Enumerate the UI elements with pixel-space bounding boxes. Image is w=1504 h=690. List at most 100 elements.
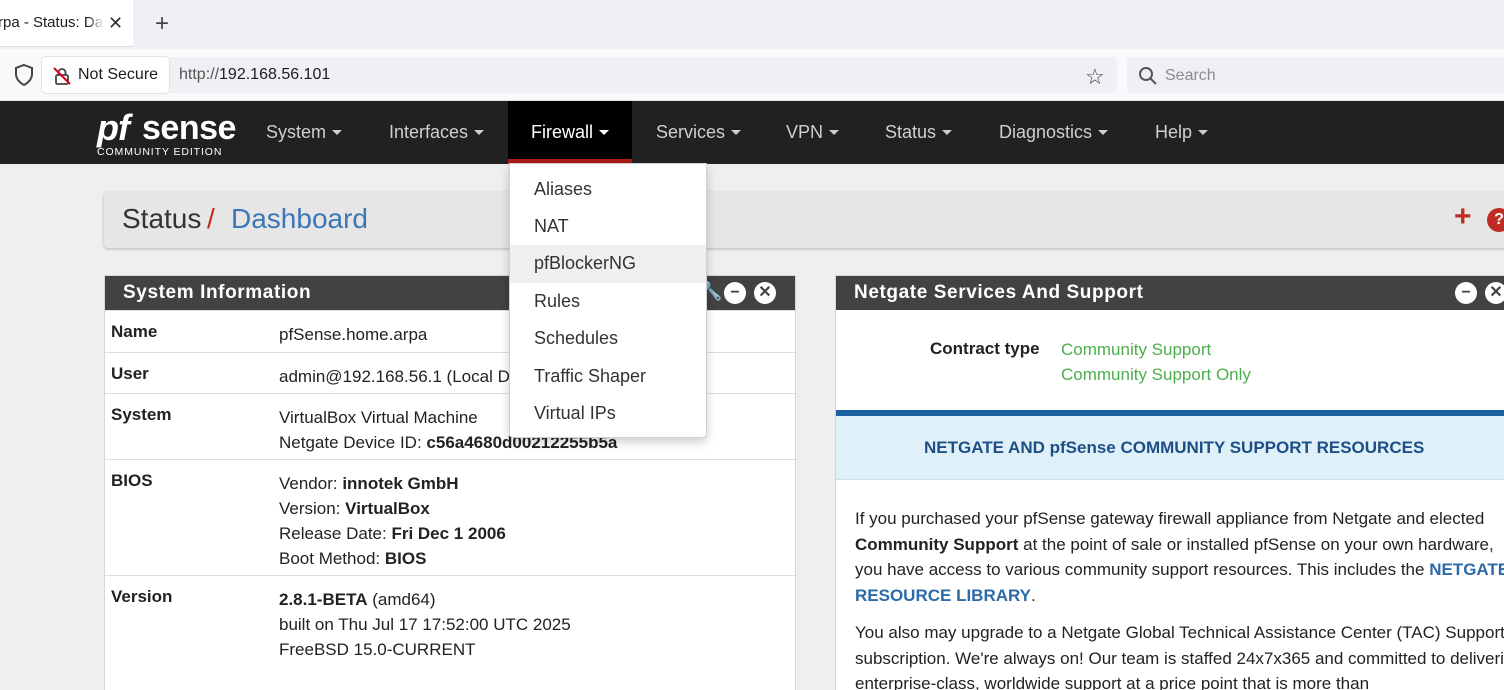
breadcrumb-section: Status	[122, 203, 202, 234]
insecure-lock-icon	[52, 66, 72, 91]
tab-title: rpa - Status: Dashboard	[0, 14, 104, 31]
address-bar[interactable]: Not Secure http://192.168.56.101 ☆	[42, 57, 1117, 93]
nav-firewall-label: Firewall	[531, 122, 594, 142]
minimize-icon[interactable]: −	[1455, 282, 1477, 304]
caret-down-icon	[942, 129, 953, 135]
url-scheme: http://	[179, 66, 220, 83]
nav-help-label: Help	[1155, 122, 1193, 142]
new-tab-button[interactable]: +	[150, 10, 174, 38]
panel-title: Netgate Services And Support	[836, 276, 1504, 310]
menu-item-traffic-shaper[interactable]: Traffic Shaper	[510, 358, 706, 396]
menu-item-pfblockerng[interactable]: pfBlockerNG	[510, 245, 706, 283]
breadcrumb-page[interactable]: Dashboard	[231, 203, 368, 235]
shield-icon[interactable]	[13, 63, 35, 92]
bios-release-value: Fri Dec 1 2006	[391, 524, 506, 543]
close-icon[interactable]: ✕	[1485, 282, 1504, 304]
not-secure-badge[interactable]: Not Secure	[42, 57, 169, 93]
bios-version-value: VirtualBox	[345, 499, 430, 518]
bios-boot: Boot Method: BIOS	[279, 546, 506, 571]
nav-help[interactable]: Help	[1155, 101, 1209, 164]
bios-vendor-label: Vendor:	[279, 474, 343, 493]
nav-diagnostics[interactable]: Diagnostics	[999, 101, 1109, 164]
breadcrumb-separator: /	[207, 203, 215, 234]
nav-vpn-label: VPN	[786, 122, 824, 142]
nav-diagnostics-label: Diagnostics	[999, 122, 1093, 142]
version-built: built on Thu Jul 17 17:52:00 UTC 2025	[279, 615, 571, 634]
menu-item-virtual-ips[interactable]: Virtual IPs	[510, 395, 706, 433]
bios-version: Version: VirtualBox	[279, 496, 506, 521]
caret-down-icon	[731, 129, 742, 135]
bookmark-star-icon[interactable]: ☆	[1085, 64, 1105, 90]
pfsense-navbar: pf sense COMMUNITY EDITION System Interf…	[0, 101, 1504, 164]
netgate-services-panel: Netgate Services And Support − ✕ Contrac…	[835, 275, 1504, 690]
p1-text-a: If you purchased your pfSense gateway fi…	[855, 509, 1485, 528]
table-row: BIOS Vendor: innotek GmbH Version: Virtu…	[105, 459, 795, 575]
menu-item-schedules[interactable]: Schedules	[510, 320, 706, 358]
nav-status[interactable]: Status	[885, 101, 953, 164]
nav-services[interactable]: Services	[656, 101, 742, 164]
search-icon	[1138, 66, 1158, 91]
bios-release-label: Release Date:	[279, 524, 392, 543]
contract-type-label: Contract type	[930, 339, 1040, 358]
caret-down-icon	[599, 129, 610, 135]
menu-item-aliases[interactable]: Aliases	[510, 171, 706, 209]
caret-down-icon	[1198, 129, 1209, 135]
menu-item-nat[interactable]: NAT	[510, 208, 706, 246]
nav-status-label: Status	[885, 122, 937, 142]
contract-type-value: Community Support Community Support Only	[1061, 337, 1251, 387]
p1-text-d: .	[1031, 585, 1036, 605]
search-placeholder: Search	[1165, 67, 1216, 84]
caret-down-icon	[332, 129, 343, 135]
nav-interfaces[interactable]: Interfaces	[389, 101, 485, 164]
breadcrumb: Status / Dashboard + ?	[104, 192, 1504, 248]
bios-vendor: Vendor: innotek GmbH	[279, 471, 506, 496]
device-id-label: Netgate Device ID:	[279, 433, 427, 452]
nav-firewall[interactable]: Firewall	[508, 101, 632, 164]
pfsense-logo[interactable]: pf sense COMMUNITY EDITION	[97, 109, 237, 161]
row-key: BIOS	[111, 471, 153, 490]
row-key: User	[111, 364, 149, 383]
logo-edition: COMMUNITY EDITION	[97, 146, 223, 158]
logo-pf: pf	[97, 107, 130, 148]
row-value: 2.8.1-BETA (amd64) built on Thu Jul 17 1…	[279, 587, 571, 662]
tab-close-icon[interactable]: ✕	[108, 13, 123, 33]
contract-line-1: Community Support	[1061, 340, 1212, 359]
search-box[interactable]: Search	[1127, 57, 1504, 93]
add-widget-icon[interactable]: +	[1454, 200, 1472, 234]
bios-version-label: Version:	[279, 499, 346, 518]
minimize-icon[interactable]: −	[724, 282, 746, 304]
table-row: Version 2.8.1-BETA (amd64) built on Thu …	[105, 575, 795, 690]
url-text[interactable]: http://192.168.56.101	[179, 66, 330, 84]
nav-system[interactable]: System	[266, 101, 343, 164]
contract-line-2: Community Support Only	[1061, 365, 1251, 384]
browser-toolbar: Not Secure http://192.168.56.101 ☆ Searc…	[0, 49, 1504, 101]
caret-down-icon	[829, 129, 840, 135]
not-secure-label: Not Secure	[78, 66, 159, 83]
version-os: FreeBSD 15.0-CURRENT	[279, 640, 476, 659]
version-line: 2.8.1-BETA (amd64)	[279, 587, 571, 612]
row-value: Vendor: innotek GmbH Version: VirtualBox…	[279, 471, 506, 571]
nav-services-label: Services	[656, 122, 726, 142]
resources-banner: NETGATE AND pfSense COMMUNITY SUPPORT RE…	[836, 416, 1504, 480]
nav-vpn[interactable]: VPN	[786, 101, 840, 164]
version-value: 2.8.1-BETA	[279, 590, 368, 609]
row-key: Name	[111, 322, 158, 341]
menu-item-rules[interactable]: Rules	[510, 283, 706, 321]
url-host: 192.168.56.101	[219, 66, 331, 83]
bios-boot-value: BIOS	[384, 549, 427, 568]
bios-release: Release Date: Fri Dec 1 2006	[279, 521, 506, 546]
row-value: pfSense.home.arpa	[279, 325, 428, 344]
help-icon[interactable]: ?	[1487, 208, 1504, 232]
caret-down-icon	[1098, 129, 1109, 135]
browser-tab-bar: rpa - Status: Dashboard ✕ +	[0, 0, 1504, 49]
row-key: Version	[111, 587, 173, 606]
logo-sense: sense	[142, 109, 236, 147]
p1-bold: Community Support	[855, 534, 1019, 554]
bios-boot-label: Boot Method:	[279, 549, 385, 568]
version-arch: (amd64)	[367, 590, 436, 609]
row-key: System	[111, 405, 172, 424]
nav-interfaces-label: Interfaces	[389, 122, 469, 142]
browser-tab[interactable]: rpa - Status: Dashboard ✕	[0, 0, 133, 47]
close-icon[interactable]: ✕	[754, 282, 776, 304]
nav-system-label: System	[266, 122, 327, 142]
